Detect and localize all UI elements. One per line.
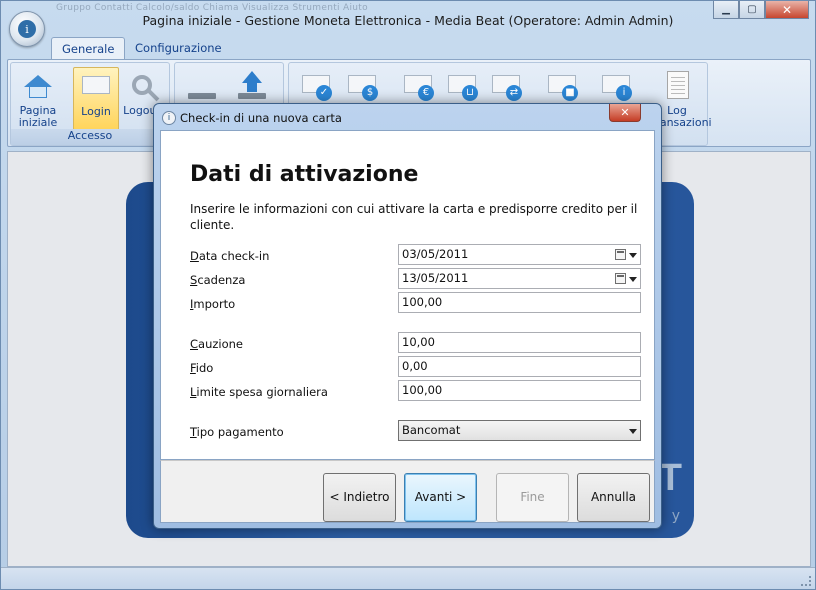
home-button-label: Pagina iniziale bbox=[18, 104, 58, 129]
limite-spesa-value: 100,00 bbox=[402, 383, 443, 397]
maximize-button[interactable]: ▢ bbox=[739, 1, 765, 19]
scadenza-value: 13/05/2011 bbox=[402, 271, 469, 285]
login-button[interactable]: Login bbox=[73, 67, 119, 131]
label-data-checkin: Data check-in bbox=[190, 249, 270, 263]
chevron-down-icon[interactable] bbox=[629, 253, 637, 258]
data-checkin-value: 03/05/2011 bbox=[402, 247, 469, 261]
importo-value: 100,00 bbox=[402, 295, 443, 309]
chevron-down-icon[interactable] bbox=[629, 277, 637, 282]
card-lock-icon: ■ bbox=[546, 69, 578, 101]
card-euro-icon: € bbox=[402, 69, 434, 101]
ribbon-group-accesso: Pagina iniziale Login Logout Accesso bbox=[10, 62, 170, 146]
tab-generale[interactable]: Generale bbox=[51, 37, 126, 59]
cancel-button[interactable]: Annulla bbox=[577, 473, 650, 522]
label-tipo-pagamento: Tipo pagamento bbox=[190, 425, 284, 439]
window-title: Pagina iniziale - Gestione Moneta Elettr… bbox=[142, 13, 674, 28]
data-checkin-datepicker[interactable]: 03/05/2011 bbox=[398, 244, 641, 265]
importo-field[interactable]: 100,00 bbox=[398, 292, 641, 313]
card-transfer-icon: ⇄ bbox=[490, 69, 522, 101]
chevron-down-icon[interactable] bbox=[629, 429, 637, 434]
card-coin-icon: $ bbox=[346, 69, 378, 101]
tab-configurazione-label: Configurazione bbox=[135, 41, 222, 55]
card-info-icon: i bbox=[600, 69, 632, 101]
login-button-label: Login bbox=[81, 105, 111, 118]
title-bar: i Gruppo Contatti Calcolo/saldo Chiama V… bbox=[1, 1, 815, 47]
dialog-close-button[interactable]: ✕ bbox=[609, 104, 641, 122]
close-button[interactable]: ✕ bbox=[765, 1, 809, 19]
ribbon-group-label: Accesso bbox=[11, 129, 169, 145]
resize-grip-icon[interactable] bbox=[801, 576, 811, 586]
upload-icon bbox=[236, 69, 268, 101]
dialog-footer: < Indietro Avanti > Fine Annulla bbox=[160, 460, 655, 523]
fido-value: 0,00 bbox=[402, 359, 428, 373]
label-cauzione: Cauzione bbox=[190, 337, 243, 351]
back-button[interactable]: < Indietro bbox=[323, 473, 396, 522]
status-bar bbox=[1, 567, 815, 589]
label-limite-spesa: Limite spesa giornaliera bbox=[190, 385, 328, 399]
label-importo: Importo bbox=[190, 297, 236, 311]
dialog-app-icon: i bbox=[162, 111, 176, 125]
background-logo-mark: T bbox=[658, 457, 682, 499]
tray-icon bbox=[186, 69, 218, 101]
next-button[interactable]: Avanti > bbox=[404, 473, 477, 522]
label-scadenza: Scadenza bbox=[190, 273, 246, 287]
calendar-icon[interactable] bbox=[615, 273, 626, 284]
background-logo-tagline: y bbox=[671, 508, 680, 524]
log-document-icon bbox=[661, 69, 693, 101]
key-icon bbox=[126, 69, 158, 101]
card-cart-icon: ⊔ bbox=[446, 69, 478, 101]
login-icon bbox=[80, 70, 112, 102]
home-icon bbox=[22, 69, 54, 101]
tab-configurazione[interactable]: Configurazione bbox=[125, 37, 232, 59]
quick-access-toolbar: Gruppo Contatti Calcolo/saldo Chiama Vis… bbox=[56, 3, 368, 13]
page-heading: Dati di attivazione bbox=[190, 162, 419, 187]
page-description: Inserire le informazioni con cui attivar… bbox=[190, 202, 638, 232]
card-check-icon: ✓ bbox=[300, 69, 332, 101]
home-button[interactable]: Pagina iniziale bbox=[15, 67, 61, 131]
cauzione-value: 10,00 bbox=[402, 335, 435, 349]
ribbon-tabs: Generale Configurazione bbox=[1, 37, 815, 59]
dialog-title: Check-in di una nuova carta bbox=[180, 111, 342, 125]
tipo-pagamento-value: Bancomat bbox=[402, 423, 461, 437]
tab-generale-label: Generale bbox=[62, 42, 115, 56]
window-controls: ▁ ▢ ✕ bbox=[713, 1, 809, 19]
fido-field[interactable]: 0,00 bbox=[398, 356, 641, 377]
limite-spesa-field[interactable]: 100,00 bbox=[398, 380, 641, 401]
calendar-icon[interactable] bbox=[615, 249, 626, 260]
finish-button[interactable]: Fine bbox=[496, 473, 569, 522]
scadenza-datepicker[interactable]: 13/05/2011 bbox=[398, 268, 641, 289]
dialog-body: Dati di attivazione Inserire le informaz… bbox=[160, 130, 655, 460]
cauzione-field[interactable]: 10,00 bbox=[398, 332, 641, 353]
checkin-dialog: i Check-in di una nuova carta ✕ Dati di … bbox=[153, 103, 662, 529]
label-fido: Fido bbox=[190, 361, 214, 375]
tipo-pagamento-select[interactable]: Bancomat bbox=[398, 420, 641, 441]
minimize-button[interactable]: ▁ bbox=[713, 1, 739, 19]
